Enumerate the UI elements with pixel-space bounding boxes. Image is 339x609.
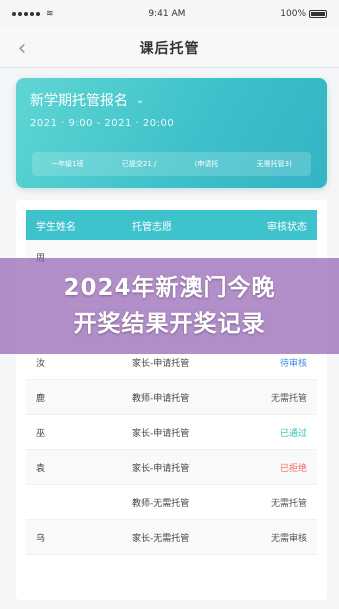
- registration-banner[interactable]: 新学期托管报名 ⌄ 2021 · 9:00 - 2021 · 20:00 一年级…: [16, 78, 327, 188]
- header-student-name: 学生姓名: [36, 221, 76, 233]
- phone-screen: ≋ 9:41 AM 100% ‹ 课后托管 新学期托管报名 ⌄ 2021 · 9…: [0, 0, 339, 609]
- row-review-status: 无需托管: [270, 498, 307, 509]
- row-care-type: 家长-申请托管: [132, 428, 190, 439]
- chevron-down-icon[interactable]: ⌄: [136, 95, 144, 106]
- row-student-name: 巫: [36, 428, 46, 439]
- nav-bar: ‹ 课后托管: [0, 28, 339, 68]
- table-row[interactable]: 鹿 教师-申请托管 无需托管: [26, 380, 317, 415]
- row-care-type: 家长-无需托管: [132, 533, 190, 544]
- row-review-status: 无需审核: [270, 533, 307, 544]
- wifi-icon: ≋: [46, 9, 54, 19]
- row-student-name: 乌: [36, 533, 46, 544]
- banner-time-range: 2021 · 9:00 - 2021 · 20:00: [30, 118, 175, 129]
- row-student-name: 鹿: [36, 393, 46, 404]
- stat-class: 一年级1班: [51, 160, 84, 168]
- page-title: 课后托管: [139, 40, 200, 57]
- table-row[interactable]: 教师-无需托管 无需托管: [26, 485, 317, 520]
- battery-icon: [309, 10, 327, 18]
- row-review-status: 已拒绝: [279, 463, 307, 474]
- row-care-type: 家长-申请托管: [132, 358, 190, 369]
- row-student-name: 汝: [36, 358, 46, 369]
- status-bar: ≋ 9:41 AM 100%: [0, 0, 339, 28]
- header-review-status: 审核状态: [267, 221, 307, 233]
- battery-percent: 100%: [280, 9, 306, 19]
- banner-stats: 一年级1班 已提交21 / (申请托 无需托管3): [32, 152, 311, 176]
- table-row[interactable]: 袁 家长-申请托管 已拒绝: [26, 450, 317, 485]
- table-header: 学生姓名 托管志愿 审核状态: [26, 210, 317, 240]
- table-row[interactable]: 乌 家长-无需托管 无需审核: [26, 520, 317, 555]
- overlay-title-banner: 2024年新澳门今晚 开奖结果开奖记录: [0, 258, 339, 354]
- status-time: 9:41 AM: [148, 9, 186, 19]
- banner-title: 新学期托管报名: [30, 93, 128, 109]
- row-care-type: 教师-申请托管: [132, 393, 190, 404]
- row-student-name: 袁: [36, 463, 46, 474]
- row-review-status: 已通过: [279, 428, 307, 439]
- back-chevron-icon[interactable]: ‹: [12, 36, 32, 61]
- stat-no-need: 无需托管3): [256, 160, 292, 168]
- row-review-status: 无需托管: [270, 393, 307, 404]
- row-care-type: 家长-申请托管: [132, 463, 190, 474]
- overlay-line-2: 开奖结果开奖记录: [73, 311, 266, 337]
- table-row[interactable]: 巫 家长-申请托管 已通过: [26, 415, 317, 450]
- battery-indicator: 100%: [280, 9, 327, 19]
- overlay-line-1: 2024年新澳门今晚: [63, 275, 276, 301]
- stat-submitted: 已提交21 /: [121, 160, 157, 168]
- header-care-type: 托管志愿: [132, 221, 172, 233]
- stat-apply: (申请托: [194, 160, 219, 168]
- row-care-type: 教师-无需托管: [132, 498, 190, 509]
- signal-icon: ≋: [12, 9, 54, 19]
- row-review-status: 待审核: [279, 358, 307, 369]
